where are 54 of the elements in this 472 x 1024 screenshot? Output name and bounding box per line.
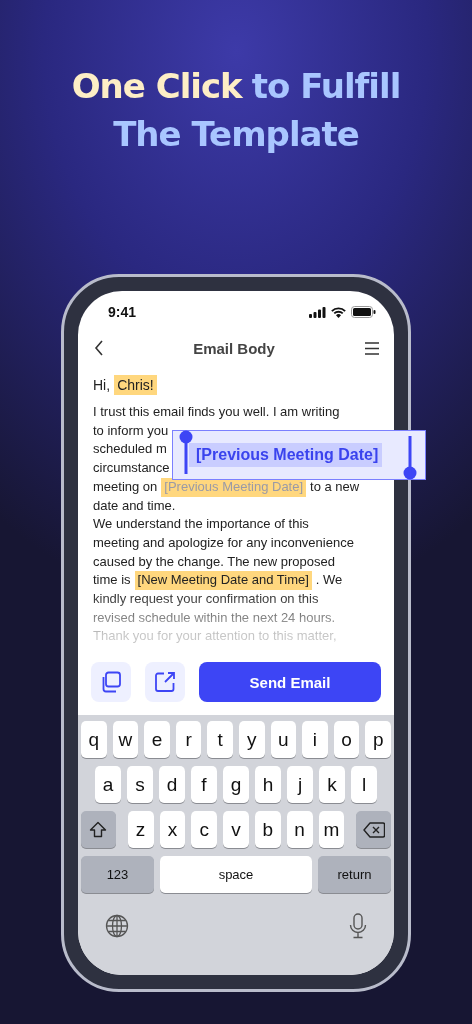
letter-key[interactable]: g	[223, 766, 249, 803]
signal-icon	[309, 306, 326, 318]
letter-key[interactable]: r	[175, 721, 202, 758]
copy-button[interactable]	[91, 662, 131, 702]
back-icon[interactable]	[94, 340, 104, 356]
letter-key[interactable]: t	[207, 721, 233, 758]
selection-handle[interactable]	[403, 436, 417, 480]
letter-key[interactable]: p	[365, 721, 391, 758]
send-email-button[interactable]: Send Email	[199, 662, 381, 702]
letter-key[interactable]: a	[95, 766, 121, 803]
letter-key[interactable]: w	[112, 721, 139, 758]
share-button[interactable]	[145, 662, 185, 702]
letter-key[interactable]: k	[319, 766, 345, 803]
shift-key[interactable]	[81, 811, 116, 848]
letter-key[interactable]: n	[286, 811, 313, 848]
globe-icon[interactable]	[105, 914, 129, 938]
numbers-key[interactable]: 123	[81, 856, 154, 893]
letter-key[interactable]: x	[159, 811, 186, 848]
greeting-text: Hi, Chris!	[78, 375, 394, 395]
status-time: 9:41	[108, 304, 137, 320]
headline-text: One Click	[71, 65, 242, 108]
selection-handle[interactable]	[179, 430, 193, 474]
headline-text: to Fulfill	[251, 65, 401, 108]
space-key[interactable]: space	[160, 856, 312, 893]
return-key[interactable]: return	[318, 856, 391, 893]
magnified-text: [Previous Meeting Date]	[189, 443, 383, 467]
copy-icon	[100, 671, 122, 693]
letter-key[interactable]: s	[127, 766, 153, 803]
battery-icon	[351, 306, 376, 318]
letter-key[interactable]: i	[302, 721, 328, 758]
microphone-icon[interactable]	[349, 913, 367, 939]
letter-key[interactable]: v	[223, 811, 249, 848]
letter-key[interactable]: m	[318, 811, 345, 848]
delete-icon	[362, 821, 385, 838]
letter-key[interactable]: u	[270, 721, 297, 758]
letter-key[interactable]: e	[144, 721, 170, 758]
letter-key[interactable]: d	[159, 766, 185, 803]
letter-key[interactable]: y	[239, 721, 265, 758]
letter-key[interactable]: b	[254, 811, 281, 848]
letter-key[interactable]: j	[287, 766, 313, 803]
letter-key[interactable]: f	[191, 766, 217, 803]
letter-key[interactable]: o	[333, 721, 360, 758]
screen-title: Email Body	[193, 339, 275, 357]
delete-key[interactable]	[356, 811, 391, 848]
letter-key[interactable]: q	[81, 721, 107, 758]
share-icon	[154, 671, 176, 693]
headline-text: The Template	[113, 113, 359, 156]
letter-key[interactable]: h	[255, 766, 281, 803]
letter-key[interactable]: c	[191, 811, 218, 848]
menu-icon[interactable]	[364, 341, 380, 355]
letter-key[interactable]: l	[351, 766, 377, 803]
letter-key[interactable]: z	[127, 811, 154, 848]
shift-arrow-icon	[89, 821, 108, 838]
wifi-icon	[331, 306, 346, 318]
